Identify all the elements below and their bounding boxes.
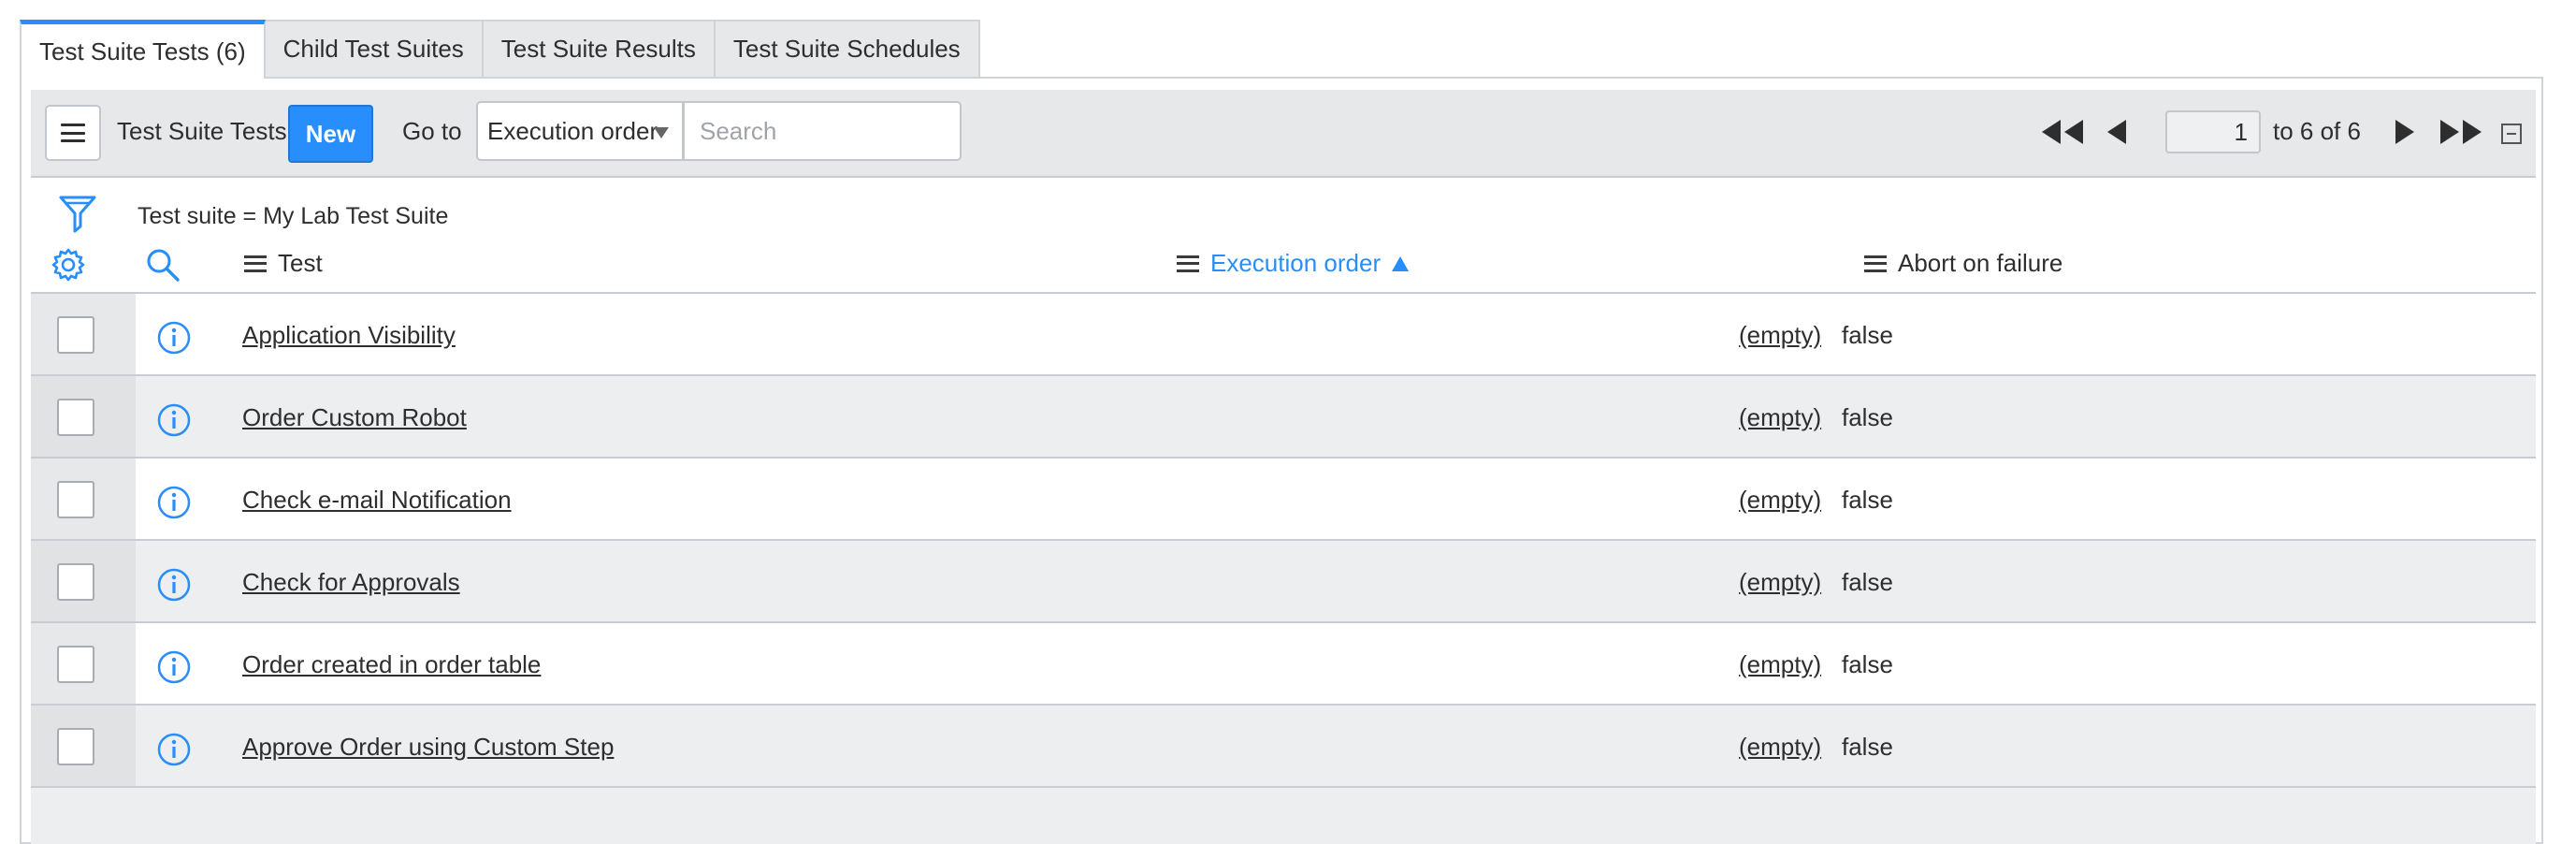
list-menu-button[interactable] [45, 105, 101, 161]
row-checkbox[interactable] [57, 728, 94, 765]
column-header-label: Execution order [1210, 249, 1382, 277]
list-rows: Application Visibility (empty) false Ord… [31, 294, 2536, 788]
test-link[interactable]: Check e-mail Notification [242, 486, 512, 515]
table-row: Order created in order table (empty) fal… [31, 623, 2536, 706]
row-checkbox[interactable] [57, 646, 94, 683]
info-icon[interactable] [157, 321, 191, 355]
new-button[interactable]: New [288, 105, 373, 163]
row-checkbox[interactable] [57, 316, 94, 354]
funnel-icon[interactable] [59, 195, 96, 234]
execution-order-value[interactable]: (empty) [1739, 486, 1821, 515]
row-select-cell [31, 706, 136, 786]
info-icon[interactable] [157, 403, 191, 437]
column-header-test[interactable]: Test [244, 249, 323, 278]
abort-on-failure-value: false [1842, 568, 1893, 596]
goto-selected-value: Execution order [487, 116, 658, 145]
table-row: Check e-mail Notification (empty) false [31, 458, 2536, 541]
tab-test-suite-schedules[interactable]: Test Suite Schedules [713, 20, 980, 77]
list-toolbar: Test Suite Tests New Go to Execution ord… [31, 90, 2536, 178]
table-row: Application Visibility (empty) false [31, 294, 2536, 376]
next-page-icon[interactable] [2394, 118, 2416, 146]
previous-page-icon[interactable] [2106, 118, 2128, 146]
sort-ascending-icon [1392, 255, 1410, 271]
abort-on-failure-value: false [1842, 486, 1893, 514]
page-number-input[interactable] [2165, 110, 2261, 153]
test-link[interactable]: Order created in order table [242, 650, 541, 679]
test-link[interactable]: Application Visibility [242, 321, 456, 350]
related-list-tabs: Test Suite Tests (6) Child Test Suites T… [20, 20, 980, 79]
table-row: Approve Order using Custom Step (empty) … [31, 706, 2536, 788]
column-menu-icon [1177, 255, 1199, 272]
row-select-cell [31, 376, 136, 457]
goto-label: Go to [402, 117, 462, 145]
abort-on-failure-value: false [1842, 321, 1893, 349]
goto-field-select[interactable]: Execution order [476, 101, 684, 161]
column-menu-icon [1864, 255, 1887, 272]
hamburger-icon [61, 124, 85, 142]
abort-on-failure-value: false [1842, 650, 1893, 678]
test-link[interactable]: Approve Order using Custom Step [242, 733, 614, 762]
tab-label: Test Suite Results [500, 35, 696, 63]
info-icon[interactable] [157, 486, 191, 519]
abort-on-failure-value: false [1842, 403, 1893, 431]
page-range-text: to 6 of 6 [2273, 117, 2361, 145]
row-checkbox[interactable] [57, 399, 94, 436]
row-select-cell [31, 541, 136, 621]
column-header-label: Test [278, 249, 323, 277]
last-page-icon[interactable] [2439, 118, 2483, 146]
filter-breadcrumb: Test suite = My Lab Test Suite [31, 178, 2536, 234]
column-menu-icon [244, 255, 267, 272]
column-header-execution-order[interactable]: Execution order [1177, 249, 1410, 278]
execution-order-value[interactable]: (empty) [1739, 403, 1821, 432]
column-header-label: Abort on failure [1898, 249, 2063, 277]
tab-label: Child Test Suites [282, 35, 464, 63]
execution-order-value[interactable]: (empty) [1739, 568, 1821, 597]
collapse-icon[interactable] [2501, 124, 2522, 144]
tab-test-suite-tests[interactable]: Test Suite Tests (6) [20, 20, 266, 79]
filter-condition-text: Test suite = My Lab Test Suite [137, 203, 449, 229]
list-title: Test Suite Tests [117, 117, 287, 145]
chevron-down-icon [654, 127, 669, 138]
gear-icon[interactable] [51, 247, 86, 283]
tab-child-test-suites[interactable]: Child Test Suites [263, 20, 484, 77]
execution-order-value[interactable]: (empty) [1739, 650, 1821, 679]
column-header-abort-on-failure[interactable]: Abort on failure [1864, 249, 2062, 278]
first-page-icon[interactable] [2040, 118, 2085, 146]
row-select-cell [31, 623, 136, 704]
abort-on-failure-value: false [1842, 733, 1893, 761]
info-icon[interactable] [157, 650, 191, 684]
row-select-cell [31, 294, 136, 374]
row-checkbox[interactable] [57, 563, 94, 601]
test-link[interactable]: Order Custom Robot [242, 403, 467, 432]
table-row: Check for Approvals (empty) false [31, 541, 2536, 623]
row-select-cell [31, 458, 136, 539]
tab-test-suite-results[interactable]: Test Suite Results [481, 20, 716, 77]
execution-order-value[interactable]: (empty) [1739, 733, 1821, 762]
table-row: Order Custom Robot (empty) false [31, 376, 2536, 458]
tab-label: Test Suite Tests (6) [39, 36, 246, 65]
info-icon[interactable] [157, 733, 191, 766]
search-icon[interactable] [145, 247, 181, 283]
related-list-panel: Test Suite Tests New Go to Execution ord… [20, 77, 2543, 844]
search-input[interactable] [683, 101, 962, 161]
info-icon[interactable] [157, 568, 191, 602]
list-footer [31, 788, 2536, 844]
row-checkbox[interactable] [57, 481, 94, 518]
column-header-row: Test Execution order Abort on failure [31, 234, 2536, 294]
tab-label: Test Suite Schedules [732, 35, 961, 63]
test-link[interactable]: Check for Approvals [242, 568, 460, 597]
execution-order-value[interactable]: (empty) [1739, 321, 1821, 350]
